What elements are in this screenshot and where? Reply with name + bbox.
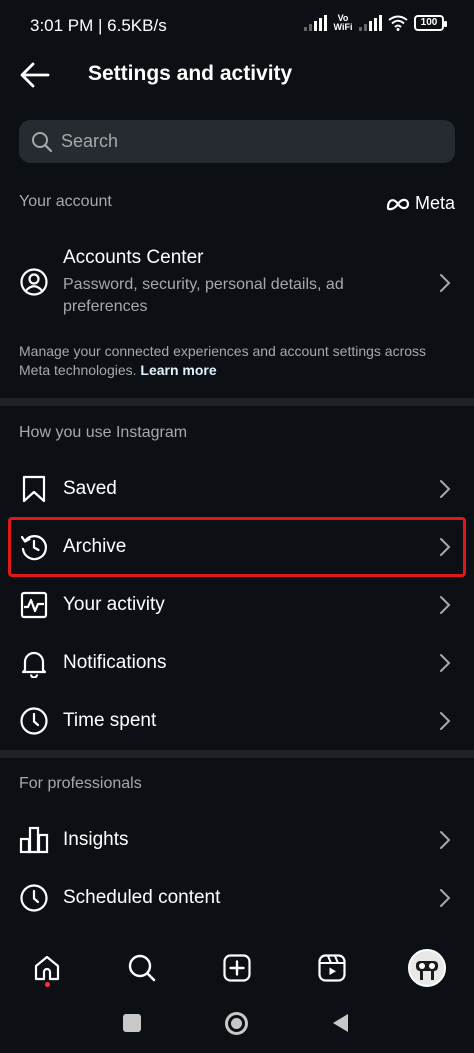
recents-button[interactable] [123,1014,141,1032]
back-button[interactable] [18,58,52,92]
chevron-right-icon [440,831,451,849]
vowifi-label: Vo WiFi [333,13,353,32]
nav-reels[interactable] [312,948,352,988]
chevron-right-icon [440,654,451,672]
insights-row[interactable]: Insights [0,811,474,869]
section-label-your-account: Your account [19,193,112,210]
meta-logo: Meta [385,193,455,214]
reels-icon [318,954,346,982]
manage-text: Manage your connected experiences and ac… [19,343,427,378]
time-spent-label: Time spent [63,710,157,731]
search-icon [32,131,53,152]
your-activity-row[interactable]: Your activity [0,576,474,634]
clock-icon [20,707,48,735]
battery-icon: 100 [414,15,447,31]
header: Settings and activity [0,50,474,100]
meta-label: Meta [414,193,455,213]
clock-icon [20,884,48,912]
your-activity-label: Your activity [63,594,165,615]
section-label-how-you-use: How you use Instagram [19,424,188,441]
time-spent-row[interactable]: Time spent [0,692,474,750]
home-dot [231,1018,242,1029]
search-input[interactable]: Search [19,120,455,163]
plus-square-icon [223,954,251,982]
system-nav-bar [0,1000,474,1053]
back-triangle-icon[interactable] [330,1012,350,1034]
notification-dot [45,982,50,987]
chevron-right-icon [440,889,451,907]
arrow-left-icon [20,62,50,88]
notifications-label: Notifications [63,652,167,673]
wifi-icon [388,15,408,31]
saved-label: Saved [63,478,117,499]
saved-row[interactable]: Saved [0,460,474,518]
status-icons: Vo WiFi 100 [304,13,447,32]
search-icon [128,954,156,982]
activity-icon [20,591,48,619]
signal-icon [304,15,327,31]
notifications-row[interactable]: Notifications [0,634,474,692]
profile-circle-icon [20,268,48,296]
learn-more-link[interactable]: Learn more [140,362,216,378]
accounts-center-subtitle: Password, security, personal details, ad… [63,276,344,315]
signal-icon-2 [359,15,382,31]
insights-label: Insights [63,829,129,850]
search-placeholder: Search [61,131,119,151]
page-title: Settings and activity [88,62,293,85]
nav-profile-avatar[interactable] [408,949,446,987]
scheduled-content-label: Scheduled content [63,887,221,908]
nav-search[interactable] [122,948,162,988]
chevron-right-icon [440,596,451,614]
chevron-right-icon [440,480,451,498]
bottom-nav [0,940,474,1000]
nav-create[interactable] [217,948,257,988]
bar-chart-icon [19,826,49,854]
avatar-image [410,951,444,985]
home-system-button[interactable] [225,1012,248,1035]
home-icon [34,955,60,981]
accounts-center-description: Manage your connected experiences and ac… [19,342,459,380]
chevron-right-icon [440,274,451,292]
chevron-right-icon [440,712,451,730]
archive-highlight-box [8,517,466,577]
section-divider [0,750,474,758]
section-label-for-professionals: For professionals [19,775,142,792]
section-divider [0,398,474,406]
accounts-center-title: Accounts Center [63,247,204,268]
status-time: 3:01 PM | 6.5KB/s [30,16,167,35]
scheduled-content-row[interactable]: Scheduled content [0,869,474,927]
meta-infinity-icon [386,198,410,210]
bookmark-icon [22,475,46,503]
status-bar: 3:01 PM | 6.5KB/s Vo WiFi 100 [0,0,474,50]
bell-icon [21,651,47,678]
